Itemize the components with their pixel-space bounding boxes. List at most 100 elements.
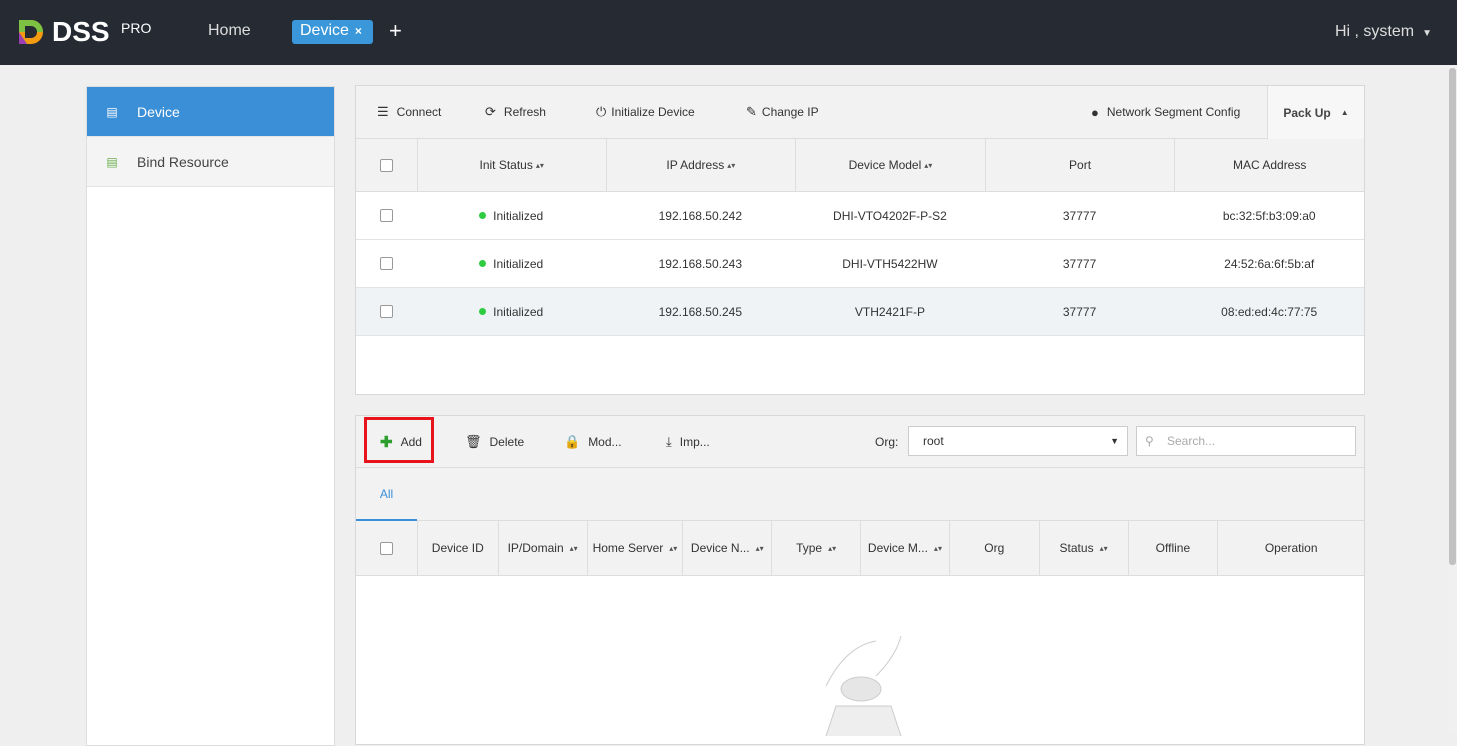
select-all-checkbox[interactable] bbox=[379, 541, 393, 555]
sort-icon: ▴▾ bbox=[828, 543, 837, 553]
search-input[interactable]: ⚲ Search... bbox=[1136, 426, 1356, 456]
table-row[interactable]: Initialized 192.168.50.245 VTH2421F-P 37777… bbox=[356, 288, 1364, 336]
device-icon: ▤ bbox=[106, 104, 118, 119]
tab-bar: All bbox=[356, 468, 1364, 521]
column-label: Offline bbox=[1155, 541, 1191, 555]
button-label: Initialize Device bbox=[611, 105, 695, 119]
close-icon[interactable]: × bbox=[355, 24, 362, 38]
row-select-cell bbox=[356, 288, 417, 335]
cell-ip: 192.168.50.243 bbox=[606, 240, 796, 287]
column-label: IP/Domain bbox=[507, 541, 564, 555]
sort-icon: ▴▾ bbox=[933, 543, 942, 553]
pencil-icon: ✎ bbox=[746, 104, 757, 119]
column-status[interactable]: Status ▴▾ bbox=[1038, 521, 1128, 575]
add-button[interactable]: ✚ Add bbox=[380, 416, 422, 468]
column-label: Operation bbox=[1264, 541, 1318, 555]
connect-button[interactable]: ☰ Connect bbox=[377, 86, 441, 138]
cell-text: 24:52:6a:6f:5b:af bbox=[1224, 256, 1315, 271]
tab-label: Device bbox=[300, 22, 349, 39]
row-checkbox[interactable] bbox=[379, 305, 393, 318]
column-offline: Offline bbox=[1127, 521, 1218, 575]
initialize-device-button[interactable]: ⏻ Initialize Device bbox=[596, 86, 695, 138]
caret-down-icon: ▼ bbox=[1422, 28, 1432, 39]
cell-model: DHI-VTO4202F-P-S2 bbox=[795, 192, 985, 239]
pack-up-button[interactable]: Pack Up ▲ bbox=[1267, 86, 1364, 139]
trash-icon: 🗑 bbox=[465, 434, 482, 449]
button-label: Change IP bbox=[761, 105, 819, 119]
add-tab-button[interactable]: + bbox=[389, 18, 402, 44]
column-org: Org bbox=[948, 521, 1039, 575]
managed-devices-panel: ✚ Add 🗑 Delete 🔒 Mod... ⤓ Imp... Org: root ▼ … bbox=[355, 415, 1365, 745]
sidebar-item-label: Bind Resource bbox=[137, 153, 229, 170]
column-home-server[interactable]: Home Server ▴▾ bbox=[586, 521, 683, 575]
column-ip-address[interactable]: IP Address ▴▾ bbox=[605, 139, 796, 191]
network-segment-config-button[interactable]: ● Network Segment Config bbox=[1091, 86, 1240, 138]
tab-all[interactable]: All bbox=[356, 468, 417, 521]
cell-text: Initialized bbox=[493, 208, 544, 223]
search-icon: ⚲ bbox=[1145, 434, 1154, 448]
row-checkbox[interactable] bbox=[379, 209, 393, 222]
status-dot-icon bbox=[479, 212, 487, 219]
select-all-cell bbox=[356, 521, 417, 575]
globe-icon: ● bbox=[1091, 104, 1099, 120]
column-init-status[interactable]: Init Status ▴▾ bbox=[416, 139, 606, 191]
delete-button[interactable]: 🗑 Delete bbox=[465, 416, 524, 468]
row-checkbox[interactable] bbox=[379, 257, 393, 270]
import-button[interactable]: ⤓ Imp... bbox=[666, 416, 710, 468]
select-all-checkbox[interactable] bbox=[379, 158, 393, 172]
nav-home[interactable]: Home bbox=[208, 22, 251, 40]
column-ip-domain[interactable]: IP/Domain ▴▾ bbox=[497, 521, 587, 575]
sort-icon: ▴▾ bbox=[727, 160, 736, 170]
cell-text: 37777 bbox=[1062, 208, 1097, 223]
scrollbar-thumb[interactable] bbox=[1449, 68, 1456, 565]
dss-logo-icon bbox=[19, 20, 43, 44]
user-menu[interactable]: Hi , system ▼ bbox=[1335, 23, 1432, 41]
page-scrollbar[interactable] bbox=[1448, 66, 1457, 732]
caret-up-icon: ▲ bbox=[1340, 108, 1349, 117]
change-ip-button[interactable]: ✎ Change IP bbox=[746, 86, 819, 138]
button-label: Connect bbox=[396, 105, 442, 119]
cell-text: 192.168.50.242 bbox=[658, 208, 743, 223]
refresh-button[interactable]: ⟳ Refresh bbox=[485, 86, 546, 138]
column-label: Type bbox=[796, 541, 823, 555]
column-device-model[interactable]: Device Model ▴▾ bbox=[795, 139, 985, 191]
column-label: Device Model bbox=[848, 158, 922, 172]
column-label: IP Address bbox=[666, 158, 725, 172]
modify-button[interactable]: 🔒 Mod... bbox=[564, 416, 622, 468]
cell-status: Initialized bbox=[417, 288, 606, 335]
sort-icon: ▴▾ bbox=[755, 543, 764, 553]
sort-icon: ▴▾ bbox=[669, 543, 678, 553]
sidebar-item-label: Device bbox=[137, 103, 180, 120]
table-header: Device ID IP/Domain ▴▾ Home Server ▴▾ Device … bbox=[356, 521, 1364, 576]
cell-port: 37777 bbox=[985, 288, 1175, 335]
cell-ip: 192.168.50.245 bbox=[606, 288, 796, 335]
sidebar-item-bind-resource[interactable]: ▤ Bind Resource bbox=[87, 137, 334, 187]
cell-model: DHI-VTH5422HW bbox=[795, 240, 985, 287]
sort-icon: ▴▾ bbox=[569, 543, 578, 553]
org-select[interactable]: root ▼ bbox=[908, 426, 1128, 456]
download-icon: ⤓ bbox=[666, 434, 672, 449]
column-label: MAC Address bbox=[1233, 158, 1307, 172]
brand-name: DSS bbox=[52, 16, 110, 47]
select-all-cell bbox=[356, 139, 417, 191]
user-greeting: Hi , system bbox=[1334, 23, 1415, 40]
org-label: Org: bbox=[875, 435, 899, 449]
button-label: Delete bbox=[489, 435, 525, 449]
sidebar-item-device[interactable]: ▤ Device bbox=[87, 87, 334, 137]
column-device-n[interactable]: Device N... ▴▾ bbox=[682, 521, 771, 575]
column-device-m[interactable]: Device M... ▴▾ bbox=[860, 521, 949, 575]
table-row[interactable]: Initialized 192.168.50.242 DHI-VTO4202F-P-… bbox=[356, 192, 1364, 240]
column-device-id: Device ID bbox=[416, 521, 498, 575]
search-placeholder: Search... bbox=[1167, 434, 1216, 448]
cell-status: Initialized bbox=[417, 192, 606, 239]
lock-icon: 🔒 bbox=[564, 434, 581, 449]
online-devices-panel: ☰ Connect ⟳ Refresh ⏻ Initialize Device ✎ Ch… bbox=[355, 85, 1365, 395]
table-row[interactable]: Initialized 192.168.50.243 DHI-VTH5422HW 37… bbox=[356, 240, 1364, 288]
plus-icon: ✚ bbox=[380, 434, 393, 451]
button-label: Pack Up bbox=[1283, 105, 1331, 120]
column-label: Init Status bbox=[479, 158, 533, 172]
online-toolbar: ☰ Connect ⟳ Refresh ⏻ Initialize Device ✎ Ch… bbox=[356, 86, 1364, 139]
column-type[interactable]: Type ▴▾ bbox=[771, 521, 860, 575]
tab-device[interactable]: Device × bbox=[292, 20, 373, 44]
column-label: Device N... bbox=[690, 541, 750, 555]
